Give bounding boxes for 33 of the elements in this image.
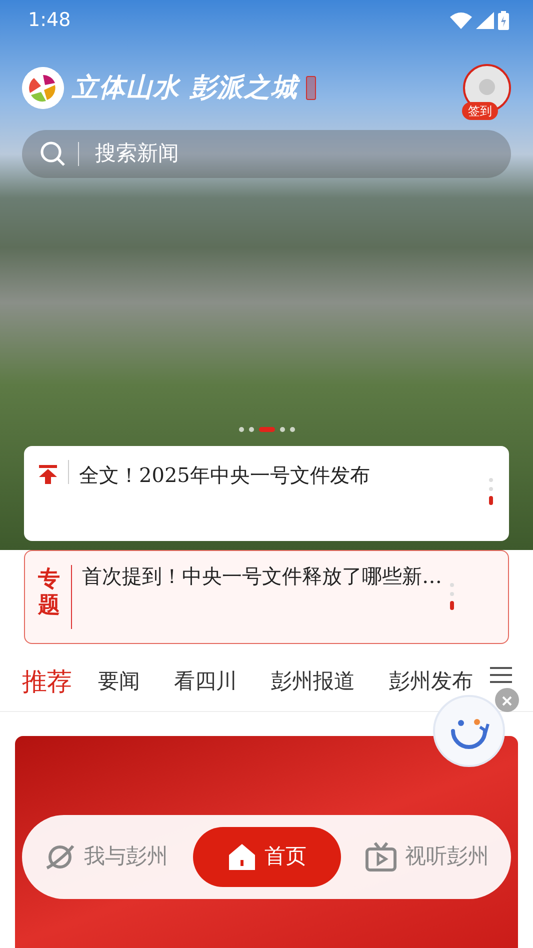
pager-dot[interactable] (489, 478, 493, 482)
carousel-dot[interactable] (280, 426, 284, 432)
pinned-news-title[interactable]: 全文！2025年中央一号文件发布 (79, 460, 370, 490)
seal-icon (306, 76, 316, 100)
sign-in-badge[interactable]: 签到 (462, 102, 498, 120)
search-placeholder: 搜索新闻 (95, 140, 179, 168)
category-tab[interactable]: 彭州发布 (389, 666, 473, 698)
pager-dot[interactable] (450, 583, 454, 587)
category-tab[interactable]: 看四川 (174, 666, 237, 698)
nav-tab[interactable]: 首页 (192, 827, 340, 887)
category-tab[interactable]: 要闻 (98, 666, 140, 698)
wifi-icon (450, 12, 472, 28)
house-icon (226, 842, 256, 872)
pager-dot[interactable] (489, 487, 493, 491)
carousel-dot[interactable] (290, 426, 294, 432)
logo-text: 立体山水 彭派之城 (72, 72, 298, 104)
topic-card[interactable]: 专题 首次提到！中央一号文件释放了哪些新… (24, 550, 509, 644)
category-tab[interactable]: 推荐 (22, 662, 72, 700)
topic-label: 专题 (37, 567, 61, 620)
carousel-dot[interactable] (238, 426, 244, 432)
signal-icon (476, 12, 494, 28)
logo-icon (22, 67, 64, 109)
battery-icon (498, 10, 509, 30)
status-time: 1:48 (28, 8, 71, 33)
pager-dot[interactable] (450, 592, 454, 596)
carousel-dot[interactable] (248, 426, 254, 432)
search-icon (40, 141, 66, 167)
menu-icon[interactable] (490, 666, 512, 684)
topic-title[interactable]: 首次提到！中央一号文件释放了哪些新… (82, 561, 442, 591)
tv-icon (365, 841, 397, 873)
pinned-news-card[interactable]: 全文！2025年中央一号文件发布 (24, 446, 509, 541)
pin-top-icon (38, 464, 58, 484)
category-tab[interactable]: 彭州报道 (271, 666, 355, 698)
